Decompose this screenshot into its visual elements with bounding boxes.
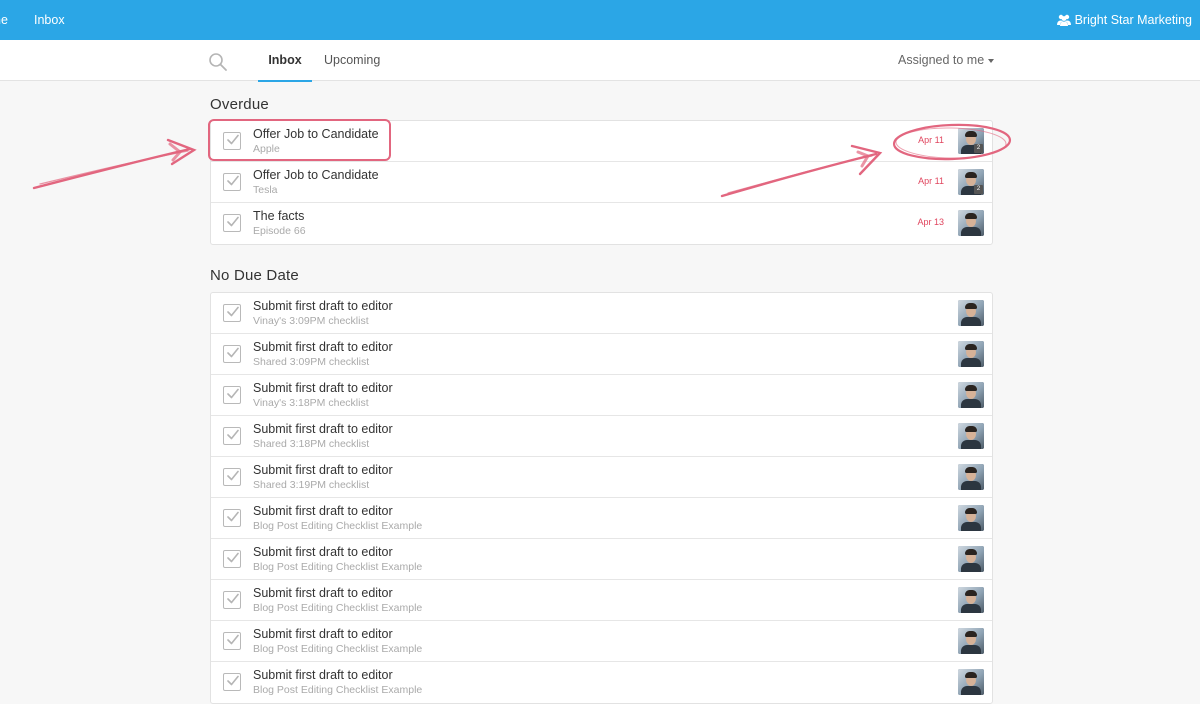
task-title[interactable]: Submit first draft to editor — [253, 381, 393, 395]
users-icon — [1056, 14, 1071, 26]
task-row[interactable]: Submit first draft to editor Blog Post Ed… — [211, 580, 992, 621]
task-checklist-name: Blog Post Editing Checklist Example — [253, 602, 423, 614]
top-navbar: ne Inbox Bright Star Marketing — [0, 0, 1200, 40]
task-row[interactable]: The facts Episode 66 Apr 13 — [211, 203, 992, 244]
task-checklist-name: Blog Post Editing Checklist Example — [253, 684, 423, 696]
assignee-avatar[interactable] — [958, 587, 984, 613]
assignee-avatar[interactable]: 2 — [958, 128, 984, 154]
task-title[interactable]: Submit first draft to editor — [253, 422, 393, 436]
task-row[interactable]: Submit first draft to editor Shared 3:09P… — [211, 334, 992, 375]
task-checklist-name: Blog Post Editing Checklist Example — [253, 561, 423, 573]
assignee-avatar[interactable] — [958, 210, 984, 236]
assignee-avatar[interactable] — [958, 505, 984, 531]
task-checklist-name: Blog Post Editing Checklist Example — [253, 643, 423, 655]
annotation-highlight-box — [208, 119, 391, 161]
task-checklist-name: Vinay's 3:09PM checklist — [253, 315, 369, 327]
assignee-avatar[interactable]: 2 — [958, 169, 984, 195]
nav-inbox-link[interactable]: Inbox — [34, 0, 65, 40]
assignee-avatar[interactable] — [958, 423, 984, 449]
task-checkbox[interactable] — [223, 173, 241, 191]
task-row[interactable]: Submit first draft to editor Blog Post Ed… — [211, 662, 992, 703]
task-checkbox[interactable] — [223, 509, 241, 527]
assignee-avatar[interactable] — [958, 464, 984, 490]
task-row[interactable]: Submit first draft to editor Blog Post Ed… — [211, 539, 992, 580]
task-checkbox[interactable] — [223, 550, 241, 568]
task-row[interactable]: Offer Job to Candidate Tesla Apr 11 2 — [211, 162, 992, 203]
task-checklist-name: Shared 3:09PM checklist — [253, 356, 370, 368]
task-due-date: Apr 11 — [918, 135, 944, 145]
task-title[interactable]: Offer Job to Candidate — [253, 168, 379, 182]
assignee-avatar[interactable] — [958, 628, 984, 654]
task-checkbox[interactable] — [223, 632, 241, 650]
organization-menu[interactable]: Bright Star Marketing — [1056, 0, 1192, 40]
annotation-arrow-left — [32, 147, 192, 190]
task-title[interactable]: Submit first draft to editor — [253, 299, 393, 313]
task-checklist-name: Episode 66 — [253, 225, 306, 237]
task-checkbox[interactable] — [223, 345, 241, 363]
assignee-count-badge: 2 — [974, 144, 983, 153]
task-checkbox[interactable] — [223, 468, 241, 486]
assigned-filter-label: Assigned to me — [898, 53, 985, 67]
assignee-avatar[interactable] — [958, 669, 984, 695]
task-title[interactable]: Submit first draft to editor — [253, 545, 393, 559]
task-due-date: Apr 11 — [918, 176, 944, 186]
task-title[interactable]: Submit first draft to editor — [253, 586, 393, 600]
section-title-overdue: Overdue — [210, 96, 269, 113]
task-row[interactable]: Submit first draft to editor Blog Post Ed… — [211, 498, 992, 539]
assignee-avatar[interactable] — [958, 382, 984, 408]
task-checkbox[interactable] — [223, 214, 241, 232]
tab-inbox[interactable]: Inbox — [258, 40, 312, 82]
task-title[interactable]: Submit first draft to editor — [253, 504, 393, 518]
task-title[interactable]: Submit first draft to editor — [253, 627, 393, 641]
task-checklist-name: Shared 3:19PM checklist — [253, 479, 370, 491]
task-checkbox[interactable] — [223, 427, 241, 445]
task-row[interactable]: Submit first draft to editor Shared 3:19P… — [211, 457, 992, 498]
assignee-avatar[interactable] — [958, 341, 984, 367]
task-checkbox[interactable] — [223, 673, 241, 691]
task-row[interactable]: Submit first draft to editor Blog Post Ed… — [211, 621, 992, 662]
task-checklist-name: Vinay's 3:18PM checklist — [253, 397, 369, 409]
task-row[interactable]: Submit first draft to editor Vinay's 3:18… — [211, 375, 992, 416]
assignee-avatar[interactable] — [958, 300, 984, 326]
section-title-no-due-date: No Due Date — [210, 267, 299, 284]
sub-toolbar: Inbox Upcoming Assigned to me — [0, 40, 1200, 82]
organization-name: Bright Star Marketing — [1074, 13, 1192, 27]
task-checklist-name: Blog Post Editing Checklist Example — [253, 520, 423, 532]
assignee-avatar[interactable] — [958, 546, 984, 572]
task-row[interactable]: Submit first draft to editor Vinay's 3:09… — [211, 293, 992, 334]
task-checklist-name: Shared 3:18PM checklist — [253, 438, 370, 450]
assignee-count-badge: 2 — [974, 185, 983, 194]
task-checkbox[interactable] — [223, 386, 241, 404]
tab-upcoming[interactable]: Upcoming — [324, 40, 380, 81]
task-title[interactable]: Submit first draft to editor — [253, 463, 393, 477]
task-checklist-name: Tesla — [253, 184, 278, 196]
task-title[interactable]: The facts — [253, 209, 304, 223]
task-checkbox[interactable] — [223, 591, 241, 609]
task-checkbox[interactable] — [223, 304, 241, 322]
no-due-date-task-list: Submit first draft to editor Vinay's 3:09… — [210, 292, 993, 704]
task-title[interactable]: Submit first draft to editor — [253, 340, 393, 354]
caret-down-icon — [988, 58, 995, 63]
assigned-filter-dropdown[interactable]: Assigned to me — [898, 40, 995, 81]
task-due-date: Apr 13 — [917, 217, 944, 227]
task-row[interactable]: Submit first draft to editor Shared 3:18P… — [211, 416, 992, 457]
task-title[interactable]: Submit first draft to editor — [253, 668, 393, 682]
nav-home-link[interactable]: ne — [0, 0, 8, 40]
search-icon[interactable] — [208, 52, 228, 72]
